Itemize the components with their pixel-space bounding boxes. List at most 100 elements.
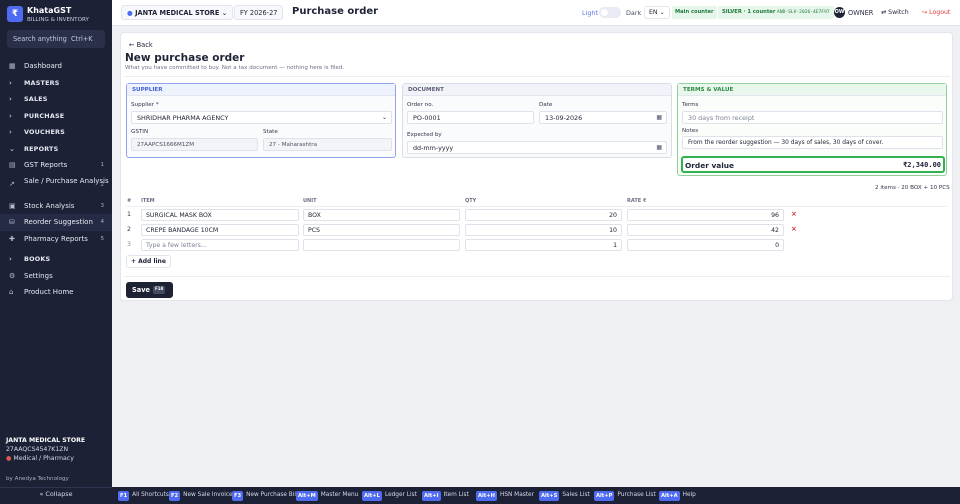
back-button[interactable]: ← Back (129, 41, 153, 49)
store-gstin: 27AAQCS4547K1ZN (6, 446, 69, 453)
arrow-left-icon: ← (129, 41, 135, 49)
chevron-right-icon: › (9, 95, 13, 103)
sidebar-item-vouchers[interactable]: › VOUCHERS (0, 124, 112, 141)
store-name: JANTA MEDICAL STORE (6, 437, 86, 444)
shortcut-item-list[interactable]: Alt+I Item List (422, 487, 469, 504)
topbar: ● JANTA MEDICAL STORE ⌄ FY 2026-27 Purch… (112, 0, 960, 26)
language-selector[interactable]: EN ⌄ (644, 6, 670, 19)
sidebar-item-product-home[interactable]: ⌂ Product Home (0, 284, 112, 301)
col-rate-header: RATE ₹ (627, 198, 647, 204)
col-qty-header: QTY (465, 198, 477, 204)
shortcut-purchase-list[interactable]: Alt+P Purchase List (594, 487, 656, 504)
shortcut-help[interactable]: Alt+A Help (659, 487, 696, 504)
terms-input[interactable]: 30 days from receipt (682, 111, 943, 124)
sidebar-item-sale-purchase-analysis[interactable]: ↗ Sale / Purchase Analysis 2 (0, 174, 112, 198)
sidebar-item-masters[interactable]: › MASTERS (0, 75, 112, 92)
shortcut-new-purchase[interactable]: F3 New Purchase Bill (232, 487, 298, 504)
shortcut-master-menu[interactable]: Alt+M Master Menu (296, 487, 358, 504)
expected-label: Expected by (407, 132, 442, 138)
remove-row-icon[interactable]: × (791, 210, 797, 218)
chevron-right-icon: › (9, 111, 13, 120)
theme-dark-label[interactable]: Dark (626, 9, 641, 17)
cart-icon: ⛁ (9, 218, 15, 226)
store-selector[interactable]: ● JANTA MEDICAL STORE ⌄ (121, 5, 234, 20)
sidebar: ₹ KhataGST BILLING & INVENTORY Search an… (0, 0, 112, 504)
shortcut-hsn-master[interactable]: Alt+H HSN Master (476, 487, 534, 504)
unit-input[interactable]: PCS (303, 224, 460, 236)
order-no-label: Order no. (407, 102, 434, 108)
date-label: Date (539, 102, 553, 108)
search-placeholder: Search anything (13, 35, 67, 43)
rate-input[interactable]: 42 (627, 224, 784, 236)
sidebar-divider (0, 487, 112, 488)
collapse-button[interactable]: « Collapse (0, 490, 112, 498)
theme-toggle[interactable] (599, 7, 621, 18)
dot-icon: ● (127, 9, 133, 17)
chevron-right-icon: › (9, 128, 13, 136)
qty-input[interactable]: 10 (465, 224, 622, 236)
order-value-label: Order value (685, 161, 735, 170)
shortcut-sales-list[interactable]: Alt+S Sales List (539, 487, 590, 504)
order-value-amount: ₹2,340.00 (903, 161, 941, 169)
shortcut-ledger-list[interactable]: Alt+L Ledger List (362, 487, 417, 504)
sidebar-search[interactable]: Search anything Ctrl+K (7, 30, 105, 48)
order-no-input[interactable]: PO-0001 (407, 111, 534, 124)
rate-input[interactable]: 96 (627, 209, 784, 221)
item-input[interactable]: Type a few letters... (141, 239, 299, 251)
item-input[interactable]: CREPE BANDAGE 10CM (141, 224, 299, 236)
app-name: KhataGST (27, 6, 72, 15)
qty-input[interactable]: 20 (465, 209, 622, 221)
sidebar-item-reports[interactable]: ⌄ REPORTS (0, 141, 112, 158)
supplier-select[interactable]: SHRIDHAR PHARMA AGENCY ⌄ (131, 111, 392, 124)
document-icon: ▤ (9, 161, 16, 169)
sidebar-item-stock-analysis[interactable]: ▣ Stock Analysis 3 (0, 198, 112, 215)
shortcut-all[interactable]: F1 All Shortcuts (118, 487, 169, 504)
expected-date-input[interactable]: dd-mm-yyyy ▦ (407, 141, 667, 154)
item-input[interactable]: SURGICAL MASK BOX (141, 209, 299, 221)
gear-icon: ⚙ (9, 271, 16, 280)
sidebar-item-purchase[interactable]: › PURCHASE (0, 108, 112, 125)
logout-button[interactable]: ↪ Logout (922, 6, 950, 19)
avatar[interactable]: OW (834, 7, 845, 18)
qty-input[interactable]: 1 (465, 239, 622, 251)
user-role: OWNER (848, 9, 874, 17)
logout-icon: ↪ (922, 9, 928, 16)
sidebar-item-gst-reports[interactable]: ▤ GST Reports 1 (0, 157, 112, 174)
sidebar-item-reorder-suggestion[interactable]: ⛁ Reorder Suggestion 4 (0, 214, 112, 231)
supplier-label: Supplier * (131, 102, 159, 108)
sidebar-item-dashboard[interactable]: ▦ Dashboard (0, 58, 112, 75)
search-shortcut: Ctrl+K (71, 35, 93, 43)
remove-row-icon[interactable]: × (791, 225, 797, 233)
sidebar-store-info: JANTA MEDICAL STORE 27AAQCS4547K1ZN ● Me… (6, 437, 110, 462)
switch-button[interactable]: ⇄ Switch (879, 6, 911, 19)
rate-input[interactable]: 0 (627, 239, 784, 251)
col-item-header: ITEM (141, 198, 155, 204)
trend-icon: ↗ (9, 179, 15, 188)
purchase-order-form: ← Back New purchase order What you have … (120, 32, 953, 301)
fy-selector[interactable]: FY 2026-27 (234, 5, 284, 20)
chevron-right-icon: › (9, 255, 13, 263)
terms-panel: TERMS & VALUE Terms 30 days from receipt… (677, 83, 947, 176)
unit-input[interactable] (303, 239, 460, 251)
date-input[interactable]: 13-09-2026 ▦ (539, 111, 667, 124)
grid-icon: ▦ (9, 62, 16, 70)
sidebar-item-books[interactable]: › BOOKS (0, 251, 112, 268)
unit-input[interactable]: BOX (303, 209, 460, 221)
swap-icon: ⇄ (881, 9, 887, 16)
app-subtitle: BILLING & INVENTORY (27, 17, 89, 23)
col-unit-header: UNIT (303, 198, 317, 204)
sidebar-item-settings[interactable]: ⚙ Settings (0, 268, 112, 285)
notes-input[interactable]: From the reorder suggestion — 30 days of… (682, 136, 943, 149)
theme-light-label[interactable]: Light (582, 9, 598, 17)
chevron-down-icon: ⌄ (381, 114, 387, 121)
add-line-button[interactable]: + Add line (126, 255, 171, 268)
shortcut-new-sale[interactable]: F2 New Sale Invoice (169, 487, 233, 504)
form-subtitle: What you have committed to buy. Not a ta… (125, 65, 345, 71)
items-summary: 2 items · 20 BOX + 10 PCS (875, 185, 950, 191)
save-button[interactable]: Save F10 (126, 282, 173, 298)
sidebar-item-sales[interactable]: › SALES (0, 91, 112, 108)
store-type: ● Medical / Pharmacy (6, 455, 74, 462)
sidebar-item-pharmacy-reports[interactable]: ✚ Pharmacy Reports 5 (0, 231, 112, 248)
state-label: State (263, 129, 278, 135)
chevron-down-icon: ⌄ (221, 9, 228, 17)
